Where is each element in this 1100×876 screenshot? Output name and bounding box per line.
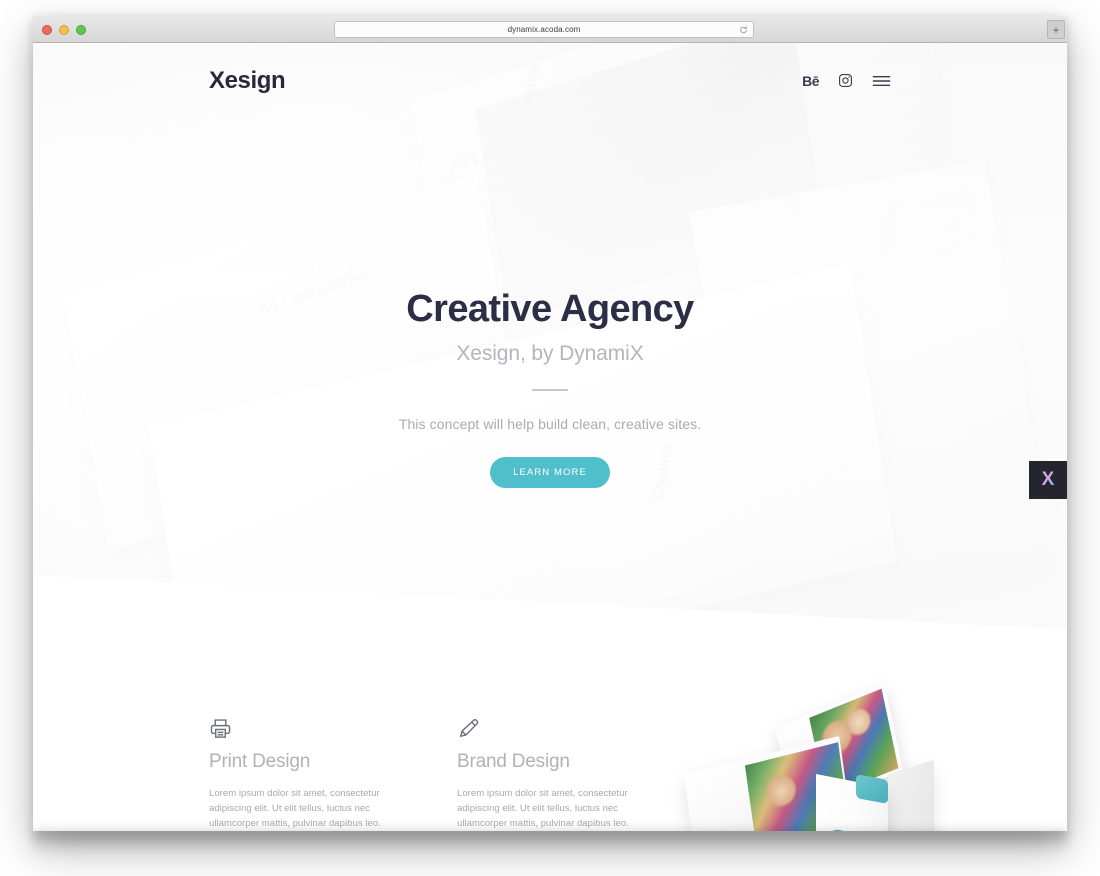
hamburger-menu-icon[interactable] — [872, 74, 891, 88]
learn-more-button[interactable]: LEARN MORE — [490, 456, 610, 488]
instagram-icon[interactable] — [838, 73, 853, 88]
page-viewport: A4 Landscape A4 Landscape Magazine Magaz… — [33, 43, 1067, 831]
hero-divider — [532, 388, 568, 391]
feature-card-brand-design: Brand Design Lorem ipsum dolor sit amet,… — [457, 717, 643, 831]
close-window-button[interactable] — [42, 25, 52, 35]
behance-icon[interactable]: Bē — [802, 73, 819, 89]
printer-icon — [209, 717, 395, 743]
side-tab-label: X — [1041, 469, 1055, 490]
hero-subtitle: Xesign, by DynamiX — [456, 341, 644, 365]
pen-icon — [457, 717, 643, 743]
side-tab-button[interactable]: X — [1029, 461, 1067, 499]
features-section: Print Design Lorem ipsum dolor sit amet,… — [33, 665, 1067, 831]
page-title: Creative Agency — [406, 288, 694, 330]
reload-icon[interactable] — [739, 25, 748, 34]
features-list: Print Design Lorem ipsum dolor sit amet,… — [33, 665, 1067, 831]
address-bar[interactable]: dynamix.acoda.com — [334, 21, 754, 38]
hero-section: A4 Landscape A4 Landscape Magazine Magaz… — [33, 43, 1067, 665]
window-controls — [42, 25, 86, 35]
window-drop-shadow — [33, 831, 1067, 853]
feature-description: Lorem ipsum dolor sit amet, consectetur … — [457, 788, 629, 829]
product-mockup-image — [683, 683, 978, 831]
address-bar-url: dynamix.acoda.com — [507, 25, 581, 34]
maximize-window-button[interactable] — [76, 25, 86, 35]
feature-title: Print Design — [209, 751, 311, 772]
feature-title: Brand Design — [457, 751, 570, 772]
feature-description: Lorem ipsum dolor sit amet, consectetur … — [209, 788, 381, 829]
browser-titlebar: dynamix.acoda.com + — [33, 16, 1067, 43]
feature-card-print-design: Print Design Lorem ipsum dolor sit amet,… — [209, 717, 395, 831]
new-tab-button[interactable]: + — [1047, 20, 1065, 39]
minimize-window-button[interactable] — [59, 25, 69, 35]
hero-tagline: This concept will help build clean, crea… — [398, 415, 702, 432]
site-navigation: Xesign Bē — [33, 43, 1067, 118]
site-logo[interactable]: Xesign — [209, 67, 286, 95]
nav-social-links: Bē — [802, 73, 891, 89]
browser-window: dynamix.acoda.com + A4 Landscape A4 Land… — [33, 16, 1067, 831]
